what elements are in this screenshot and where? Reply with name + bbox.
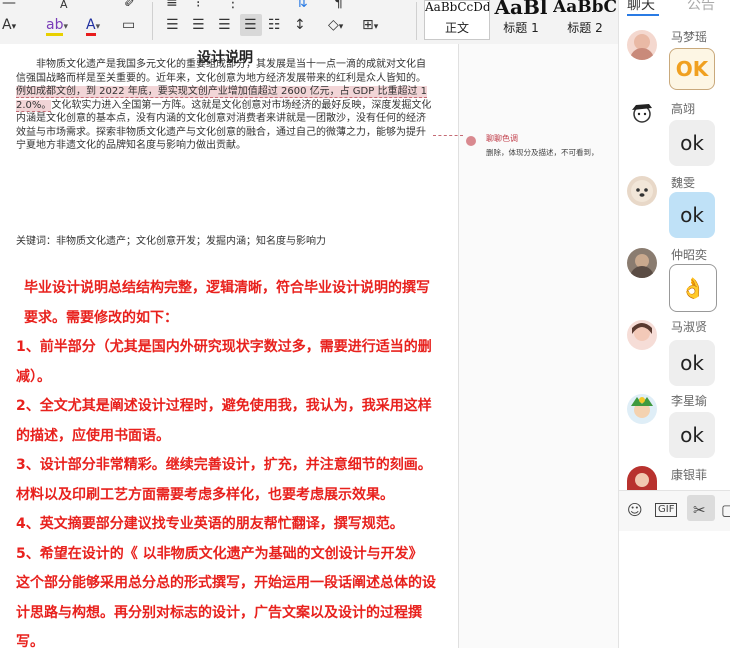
message-bubble[interactable]: ok [669,120,715,166]
sender-name: 马淑贤 [671,320,708,334]
sender-name: 仲昭奕 [671,248,708,262]
align-right-icon[interactable]: ☰ [218,16,231,34]
scissors-icon[interactable]: ✂ [693,501,706,519]
chat-panel: 聊天 公告 马梦瑶 OK 高翊 ok 魏雯 ok 仲昭奕 👌 马淑贤 ok 李星… [618,0,730,648]
bullet-list-icon[interactable]: ≡ [166,0,178,12]
message-bubble[interactable]: ok [669,192,715,238]
doc-keywords: 关键词：非物质文化遗产；文化创意开发；发掘内涵；知名度与影响力 [16,236,326,247]
shading-icon[interactable]: ◇▾ [328,16,343,36]
avatar[interactable] [627,30,657,60]
ribbon-divider [152,2,153,40]
more-icon[interactable]: ▢ [721,501,730,519]
style-name: 正文 [444,21,469,35]
style-preview: AaBl [494,0,548,19]
comment-author: 聊聊色调 [486,134,518,143]
avatar-icon [632,323,652,341]
message-bubble[interactable]: OK [669,48,715,90]
feedback-item: 2、全文尤其是阐述设计过程时，避免使用我，我认为，我采用这样的描述，应使用书面语… [16,398,432,444]
font-row-clip-left: — [2,0,16,11]
tab-announcement[interactable]: 公告 [687,0,715,14]
body-text-part: 文化软实力进入全国第一方阵。这就是文化创意对市场经济的最好反映，深度发掘文化内涵… [16,99,432,152]
numbered-list-icon[interactable]: ⁝ [196,0,200,12]
style-name: 标题 1 [503,21,539,35]
body-text-part: 非物质文化遗产是我国多元文化的重要组成部分，其发展是当十一点一滴的成就对文化自信… [16,59,426,84]
emoji-icon[interactable]: ☺ [627,501,643,519]
avatar[interactable] [627,394,657,424]
style-heading-2[interactable]: AaBbC 标题 2 [552,0,618,40]
style-preview: AaBbCcDd [425,0,489,14]
feedback-item: 5、希望在设计的《 以非物质文化遗产为基础的文创设计与开发》这个部分能够采用总分… [16,545,436,648]
message-bubble[interactable]: 👌 [669,264,717,312]
feedback-block: 毕业设计说明总结结构完整，逻辑清晰，符合毕业设计说明的撰写要求。需要修改的如下：… [16,274,436,648]
sort-icon[interactable]: ⇅ [296,0,308,12]
avatar-icon [632,104,652,123]
avatar-icon [630,34,654,60]
tab-chat[interactable]: 聊天 [627,0,655,14]
justify-icon[interactable]: ☰ [244,16,257,34]
avatar-icon [631,397,653,418]
tab-active-indicator [627,14,659,16]
avatar[interactable] [627,320,657,350]
chat-input-toolbar: ☺ GIF ✂ ▢ [619,490,730,531]
message-bubble[interactable]: ok [669,412,715,458]
align-center-icon[interactable]: ☰ [192,16,205,34]
comment-connector [433,135,463,136]
style-heading-1[interactable]: AaBl 标题 1 [490,0,552,40]
feedback-item: 3、设计部分非常精彩。继续完善设计，扩充，并注意细节的刻画。材料以及印刷工艺方面… [16,457,432,503]
document-page[interactable]: 设计说明 非物质文化遗产是我国多元文化的重要组成部分，其发展是当十一点一滴的成就… [0,44,458,648]
show-marks-icon[interactable]: ¶ [334,0,343,12]
sender-name: 魏雯 [671,176,696,190]
style-preview: AaBbC [553,0,617,17]
ribbon-toolbar: — A ✐ A▾ ab▾ A▾ ▭ ≡ ⁝ ⋮ ⇅ ¶ ☰ ☰ ☰ ☰ ☷ ↕ … [0,0,618,45]
feedback-item: 4、英文摘要部分建议找专业英语的朋友帮忙翻译，撰写规范。 [16,516,404,532]
sender-name: 李星瑜 [671,394,708,408]
comment-avatar-icon [466,136,476,146]
multilevel-list-icon[interactable]: ⋮ [226,0,240,12]
avatar-icon [630,254,654,278]
avatar[interactable] [627,248,657,278]
avatar-icon [631,180,653,202]
sender-name: 马梦瑶 [671,30,708,44]
avatar[interactable] [627,176,657,206]
font-color-icon[interactable]: A▾ [86,16,100,36]
ribbon-divider [416,2,417,40]
sender-name: 高翊 [671,102,696,116]
avatar[interactable] [627,102,657,132]
highlight-icon[interactable]: ab▾ [46,16,68,36]
font-size-down-icon[interactable]: A▾ [2,16,16,36]
style-normal[interactable]: AaBbCcDd 正文 [424,0,490,40]
sender-name: 康银菲 [671,468,708,482]
comment-margin [458,44,619,648]
clear-format-icon[interactable]: ✐ [124,0,136,12]
doc-body-paragraph: 非物质文化遗产是我国多元文化的重要组成部分，其发展是当十一点一滴的成就对文化自信… [16,58,434,153]
align-left-icon[interactable]: ☰ [166,16,179,34]
borders-icon[interactable]: ⊞▾ [362,16,378,36]
avatar[interactable] [627,466,657,490]
feedback-intro: 毕业设计说明总结结构完整，逻辑清晰，符合毕业设计说明的撰写要求。需要修改的如下： [24,280,430,326]
distributed-icon[interactable]: ☷ [268,16,281,34]
feedback-item: 1、前半部分（尤其是国内外研究现状字数过多，需要进行适当的删减）。 [16,339,432,385]
gif-icon[interactable]: GIF [655,503,678,517]
char-border-icon[interactable]: ▭ [122,16,135,34]
avatar-icon [635,473,649,487]
comment-text[interactable]: 删除，体现分及描述，不可看到， [486,147,614,158]
line-spacing-icon[interactable]: ↕ [294,16,306,34]
message-bubble[interactable]: ok [669,340,715,386]
format-a-clip[interactable]: A [60,0,68,14]
style-name: 标题 2 [567,21,603,35]
